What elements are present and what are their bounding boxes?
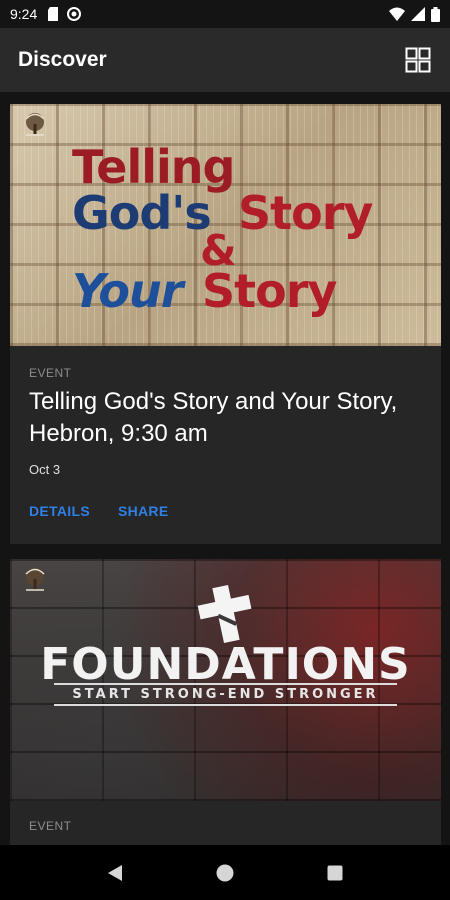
event-card-image[interactable]: FOUNDATIONS START STRONG-END STRONGER — [10, 559, 441, 801]
cellular-signal-icon — [411, 7, 425, 21]
artwork-text: Story — [202, 264, 337, 318]
back-icon — [108, 864, 122, 881]
status-bar: 9:24 — [0, 0, 450, 28]
event-date: Oct 3 — [29, 462, 61, 477]
event-kicker: EVENT — [29, 819, 72, 833]
event-title[interactable]: Telling God's Story and Your Story, Hebr… — [29, 386, 422, 450]
details-button[interactable]: DETAILS — [29, 503, 90, 519]
event-card-image[interactable]: Telling God's Story & Your Story — [10, 104, 441, 346]
cross-icon — [197, 584, 252, 644]
event-image-artwork: Telling God's Story & Your Story — [10, 104, 441, 346]
layout-toggle-button[interactable] — [404, 46, 432, 74]
home-button[interactable] — [205, 853, 245, 893]
system-navigation-bar — [0, 845, 450, 900]
discover-feed[interactable]: Telling God's Story & Your Story EVENT T… — [0, 92, 450, 845]
event-kicker: EVENT — [29, 366, 72, 380]
event-card[interactable]: Telling God's Story & Your Story EVENT T… — [10, 104, 441, 544]
status-system-icons — [389, 6, 440, 22]
back-button[interactable] — [95, 853, 135, 893]
event-card[interactable]: FOUNDATIONS START STRONG-END STRONGER EV… — [10, 559, 441, 845]
battery-icon — [431, 6, 440, 22]
sd-card-icon — [48, 7, 59, 21]
church-logo-icon — [25, 113, 45, 136]
artwork-text: God's — [72, 186, 212, 240]
divider — [54, 704, 397, 706]
event-card-actions: DETAILS SHARE — [29, 503, 422, 519]
grid-view-icon — [405, 47, 431, 73]
status-notification-icons — [47, 7, 82, 21]
artwork-text: Your — [72, 264, 183, 318]
home-icon — [216, 864, 234, 881]
artwork-text: Story — [238, 186, 373, 240]
page-title: Discover — [18, 48, 107, 71]
share-button[interactable]: SHARE — [118, 503, 169, 519]
event-card-body: EVENT Telling God's Story and Your Story… — [10, 346, 441, 519]
app-bar: Discover — [0, 28, 450, 92]
artwork-text: START STRONG-END STRONGER — [72, 687, 379, 702]
status-time: 9:24 — [10, 6, 38, 22]
recents-button[interactable] — [315, 853, 355, 893]
wifi-icon — [389, 7, 405, 21]
event-card-body: EVENT — [10, 801, 441, 833]
sync-icon — [67, 7, 82, 21]
recents-icon — [327, 865, 343, 880]
divider — [54, 683, 397, 685]
church-logo-icon — [25, 568, 45, 591]
